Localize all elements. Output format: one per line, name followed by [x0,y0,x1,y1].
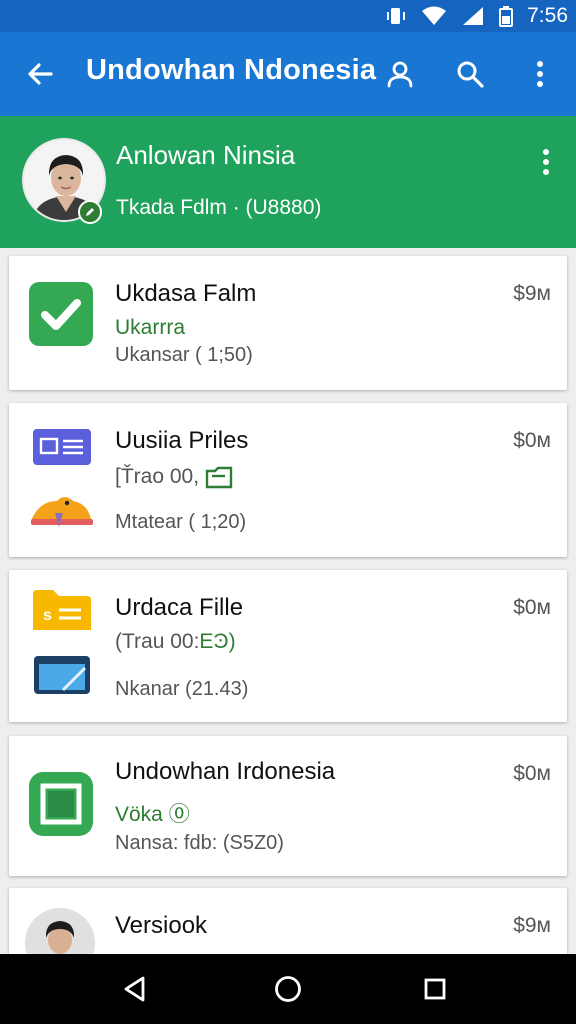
item-status: Vöka ⓪ [115,803,190,826]
item-title: Versiook [115,912,208,939]
square-recents-icon [424,978,446,1000]
folder-window-icon [33,654,91,701]
pencil-icon [86,208,94,216]
item-meta: Ukansar ( 1;50) [115,344,253,366]
app-bar: Undowhan Ndonesia [0,32,576,116]
person-icon [387,61,413,88]
nav-recents-button[interactable] [413,967,457,1011]
item-title: Urdaca Fille [115,594,244,621]
list-item[interactable]: s Urdaca Fille (Trau 00:ΕϿ) Nkanar (21.4… [9,570,567,722]
svg-text:s: s [43,607,52,624]
status-icons: 7:56 [385,0,568,32]
account-button[interactable] [378,52,422,96]
sheet-icon: s [33,590,91,635]
check-icon [29,282,93,351]
list-item[interactable]: Undowhan Irdonesia Vöka ⓪ Nansa: fdb: (S… [9,736,567,876]
list-item[interactable]: Uusiia Priles [Ťrao 00, Mtatear ( 1;20) … [9,403,567,557]
item-status: [Ťrao 00, [115,465,233,489]
battery-icon [499,6,514,27]
profile-name: Anlowan Ninsia [116,140,296,170]
item-price: $9м [513,282,551,305]
item-price: $9м [513,914,551,937]
square-app-icon [29,772,93,841]
item-price: $0м [513,429,551,452]
search-button[interactable] [448,52,492,96]
folder-icon [205,467,233,489]
item-meta: Nansa: fdb: (S5Z0) [115,832,284,854]
profile-subtitle: Tkada Fdlm · (U8880) [116,196,322,219]
nav-home-button[interactable] [266,967,310,1011]
status-bar: 7:56 [0,0,576,32]
item-price: $0м [513,762,551,785]
document-card-icon [33,429,91,470]
item-price: $0м [513,596,551,619]
back-button[interactable] [18,52,62,96]
item-status: Ukarrra [115,316,186,339]
toolkit-icon [29,489,93,532]
signal-icon [463,7,484,25]
search-icon [457,61,484,88]
overflow-menu-button[interactable] [518,52,562,96]
nav-back-button[interactable] [113,967,157,1011]
list-item[interactable]: Ukdasa Falm Ukarrra Ukansar ( 1;50) $9м [9,256,567,390]
wifi-icon [422,6,447,25]
profile-menu-button[interactable] [532,142,560,182]
item-meta: Mtatear ( 1;20) [115,511,247,533]
item-status: (Trau 00:ΕϿ) [115,630,236,653]
vibrate-icon [387,8,406,24]
triangle-back-icon [124,976,145,1002]
more-vert-icon [537,61,543,87]
page-title: Undowhan Ndonesia [86,54,377,86]
item-title: Ukdasa Falm [115,280,257,307]
edit-badge[interactable] [78,200,102,224]
circle-home-icon [275,976,301,1002]
item-meta: Nkanar (21.43) [115,678,249,700]
more-vert-icon [543,149,549,175]
arrow-left-icon [28,63,53,85]
system-nav-bar [0,954,576,1024]
item-title: Uusiia Priles [115,427,249,454]
item-title: Undowhan Irdonesia [115,758,336,785]
clock: 7:56 [527,4,568,27]
profile-header: Anlowan Ninsia Tkada Fdlm · (U8880) [0,116,576,248]
